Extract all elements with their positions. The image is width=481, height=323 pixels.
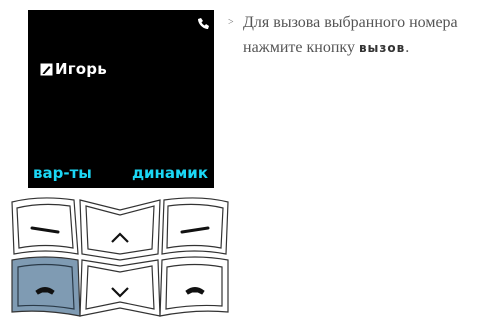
left-softkey[interactable] — [11, 197, 79, 255]
phone-keypad — [11, 197, 229, 317]
instruction-text: > Для вызова выбранного номера нажмите к… — [228, 10, 478, 61]
bullet-marker: > — [228, 17, 234, 28]
softkey-bar: вар-ты динамик — [28, 164, 214, 182]
softkey-options-label[interactable]: вар-ты — [33, 164, 92, 182]
instruction-period: . — [405, 39, 410, 56]
phone-screen: Игорь вар-ты динамик — [28, 10, 214, 188]
down-navigation-key[interactable] — [79, 259, 161, 317]
right-softkey[interactable] — [161, 197, 229, 255]
instruction-body: Для вызова выбранного номера нажмите кно… — [243, 14, 458, 56]
phone-handset-icon — [198, 18, 209, 29]
contact-entry[interactable]: Игорь — [40, 60, 107, 78]
call-key[interactable] — [11, 256, 81, 317]
contact-name: Игорь — [55, 60, 107, 78]
softkey-speaker-label[interactable]: динамик — [132, 164, 208, 182]
up-navigation-key[interactable] — [79, 199, 161, 261]
end-key[interactable] — [159, 256, 229, 317]
contact-card-icon — [40, 63, 53, 75]
call-key-name: вызов — [358, 41, 406, 55]
